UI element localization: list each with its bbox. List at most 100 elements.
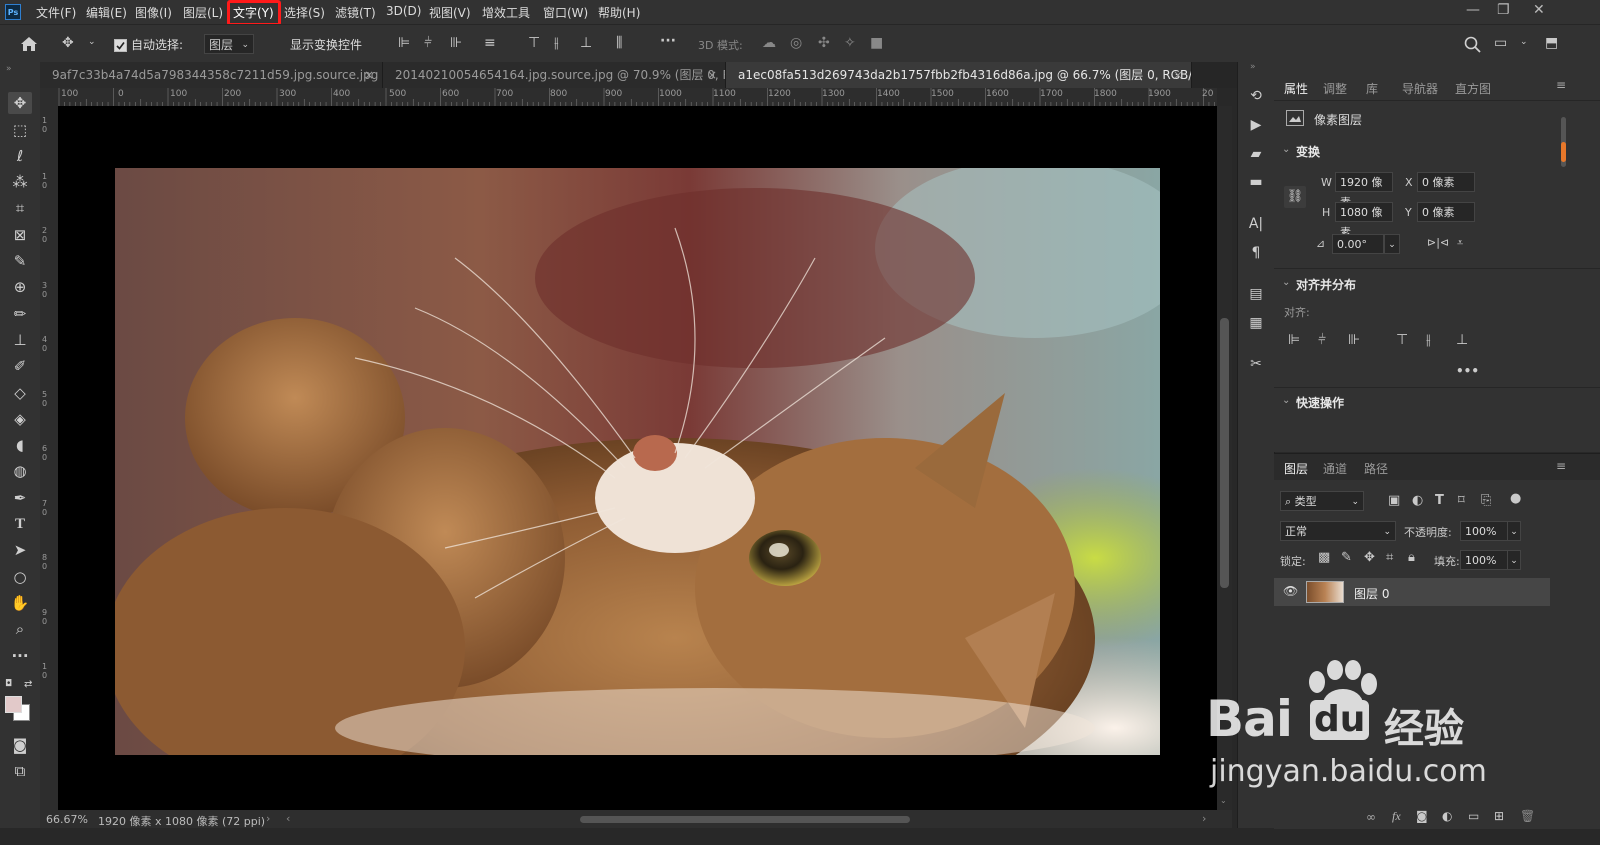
collapse-icon[interactable]: »	[6, 64, 12, 74]
y-field[interactable]: 0 像素	[1417, 202, 1475, 222]
tab-adjustments[interactable]: 调整	[1323, 80, 1347, 97]
filter-shape-icon[interactable]: ⌑	[1458, 493, 1465, 508]
menu-image[interactable]: 图像(I)	[135, 4, 172, 21]
tool-presets-icon[interactable]: ✂	[1246, 354, 1266, 374]
menu-select[interactable]: 选择(S)	[284, 4, 325, 21]
menu-3d[interactable]: 3D(D)	[386, 4, 421, 18]
transform-section-title[interactable]: 变换	[1296, 143, 1320, 160]
tab-libraries[interactable]: 库	[1366, 80, 1378, 97]
chevron-down-icon[interactable]: ⌄	[1282, 144, 1290, 155]
lock-position-icon[interactable]: ✥	[1364, 550, 1375, 565]
ellipse-tool-icon[interactable]: ○	[8, 566, 32, 588]
chevron-down-icon[interactable]: ⌄	[1384, 234, 1400, 254]
screen-mode-icon[interactable]: ⧉	[8, 760, 32, 782]
zoom-level[interactable]: 66.67%	[46, 813, 88, 826]
menu-window[interactable]: 窗口(W)	[543, 4, 588, 21]
move-tool-icon[interactable]: ✥	[8, 92, 32, 114]
align-middle-v-icon[interactable]: ⫲	[554, 35, 559, 51]
align-distribute-section-title[interactable]: 对齐并分布	[1296, 276, 1356, 293]
brush-tool-icon[interactable]: ✏	[8, 303, 32, 325]
foreground-color-swatch[interactable]	[5, 696, 22, 713]
align-bottom-icon[interactable]: ⊥	[1456, 332, 1468, 348]
align-center-h-icon[interactable]: ⫩	[1318, 332, 1326, 348]
chevron-down-icon[interactable]: ⌄	[1282, 395, 1290, 406]
x-field[interactable]: 0 像素	[1417, 172, 1475, 192]
flip-horizontal-icon[interactable]: ⊳|⊲	[1427, 236, 1449, 249]
width-field[interactable]: 1920 像素	[1335, 172, 1393, 209]
type-tool-icon[interactable]: T	[8, 513, 32, 535]
link-proportions-icon[interactable]: ⛓	[1284, 186, 1306, 208]
character-icon[interactable]: A|	[1246, 214, 1266, 234]
3d-slide-icon[interactable]: ✧	[844, 35, 856, 51]
document-tab-active[interactable]: a1ec08fa513d269743da2b1757fbb2fb4316d86a…	[726, 62, 1192, 88]
menu-edit[interactable]: 编辑(E)	[86, 4, 127, 21]
visibility-eye-icon[interactable]: 👁︎	[1283, 584, 1298, 598]
swap-colors-icon[interactable]: ⇄	[24, 679, 32, 690]
menu-file[interactable]: 文件(F)	[36, 4, 76, 21]
actions-play-icon[interactable]: ▶	[1246, 115, 1266, 135]
close-window-icon[interactable]: ✕	[1533, 2, 1545, 18]
panel-menu-icon[interactable]: ≡	[1556, 78, 1566, 92]
align-top-icon[interactable]: ⊤	[1396, 332, 1408, 348]
stamp-tool-icon[interactable]: ⊥	[8, 329, 32, 351]
filter-toggle-icon[interactable]: ●	[1510, 491, 1521, 506]
path-selection-tool-icon[interactable]: ➤	[8, 539, 32, 561]
3d-pan-icon[interactable]: ✣	[818, 35, 830, 51]
collapse-icon[interactable]: »	[1250, 62, 1256, 72]
plugins-icon[interactable]: ▰	[1246, 144, 1266, 164]
3d-orbit-icon[interactable]: ☁	[762, 35, 776, 51]
align-left-icon[interactable]: ⊫	[398, 35, 410, 51]
menu-filter[interactable]: 滤镜(T)	[335, 4, 376, 21]
move-tool-icon[interactable]: ✥	[62, 35, 74, 51]
document-tab[interactable]: 9af7c33b4a74d5a798344358c7211d59.jpg.sou…	[40, 62, 383, 88]
close-tab-icon[interactable]: ×	[1173, 62, 1183, 88]
magic-wand-tool-icon[interactable]: ⁂	[8, 171, 32, 193]
auto-select-dropdown[interactable]: 图层 ⌄	[204, 34, 254, 54]
lock-pixels-icon[interactable]: ✎	[1341, 550, 1352, 565]
height-field[interactable]: 1080 像素	[1335, 202, 1393, 239]
layer-name[interactable]: 图层 0	[1354, 585, 1389, 602]
chevron-down-icon[interactable]: ⌄	[1507, 550, 1521, 570]
pen-tool-icon[interactable]: ✒	[8, 487, 32, 509]
fill-field[interactable]: 100%	[1460, 550, 1508, 570]
hand-tool-icon[interactable]: ✋	[8, 592, 32, 614]
tab-histogram[interactable]: 直方图	[1455, 80, 1491, 97]
healing-brush-tool-icon[interactable]: ⊕	[8, 276, 32, 298]
3d-roll-icon[interactable]: ◎	[790, 35, 802, 51]
close-tab-icon[interactable]: ×	[707, 62, 717, 88]
more-options-icon[interactable]: ···	[660, 33, 676, 49]
menu-layer[interactable]: 图层(L)	[183, 4, 223, 21]
frame-tool-icon[interactable]: ⊠	[8, 224, 32, 246]
restore-icon[interactable]: ❐	[1497, 2, 1510, 18]
document-info[interactable]: 1920 像素 x 1080 像素 (72 ppi)	[98, 813, 265, 829]
quick-mask-icon[interactable]: ◙	[8, 734, 32, 756]
align-center-h-icon[interactable]: ⫩	[424, 35, 432, 51]
chevron-down-icon[interactable]: ⌄	[1507, 521, 1521, 541]
align-top-icon[interactable]: ⊤	[528, 35, 540, 51]
auto-select-checkbox[interactable]	[114, 39, 127, 52]
horizontal-scrollbar-thumb[interactable]	[580, 816, 910, 823]
notes-icon[interactable]: ▦	[1246, 313, 1266, 333]
zoom-tool-icon[interactable]: ⌕	[8, 618, 32, 640]
align-bottom-icon[interactable]: ⊥	[580, 35, 592, 51]
history-icon[interactable]: ⟲	[1246, 86, 1266, 106]
close-tab-icon[interactable]: ×	[364, 62, 374, 88]
opacity-field[interactable]: 100%	[1460, 521, 1508, 541]
paragraph-icon[interactable]: ¶	[1246, 243, 1266, 263]
more-align-options-icon[interactable]: •••	[1456, 364, 1479, 378]
filter-smart-object-icon[interactable]: ⎘	[1481, 493, 1491, 508]
eyedropper-tool-icon[interactable]: ✎	[8, 250, 32, 272]
menu-help[interactable]: 帮助(H)	[598, 4, 640, 21]
lock-all-icon[interactable]: 🔒︎	[1408, 550, 1415, 565]
minimize-icon[interactable]: —	[1466, 2, 1480, 18]
marquee-tool-icon[interactable]: ⬚	[8, 119, 32, 141]
blend-mode-dropdown[interactable]: 正常 ⌄	[1280, 521, 1396, 541]
chevron-right-icon[interactable]: ›	[266, 812, 270, 825]
libraries-icon[interactable]: ▤	[1246, 284, 1266, 304]
blur-tool-icon[interactable]: ◖	[8, 434, 32, 456]
lock-transparent-icon[interactable]: ▩	[1318, 550, 1330, 565]
3d-camera-icon[interactable]: ■	[870, 35, 883, 51]
scroll-left-icon[interactable]: ‹	[286, 812, 290, 825]
edit-toolbar-icon[interactable]: ···	[8, 645, 32, 667]
ruler-origin[interactable]	[40, 88, 58, 106]
